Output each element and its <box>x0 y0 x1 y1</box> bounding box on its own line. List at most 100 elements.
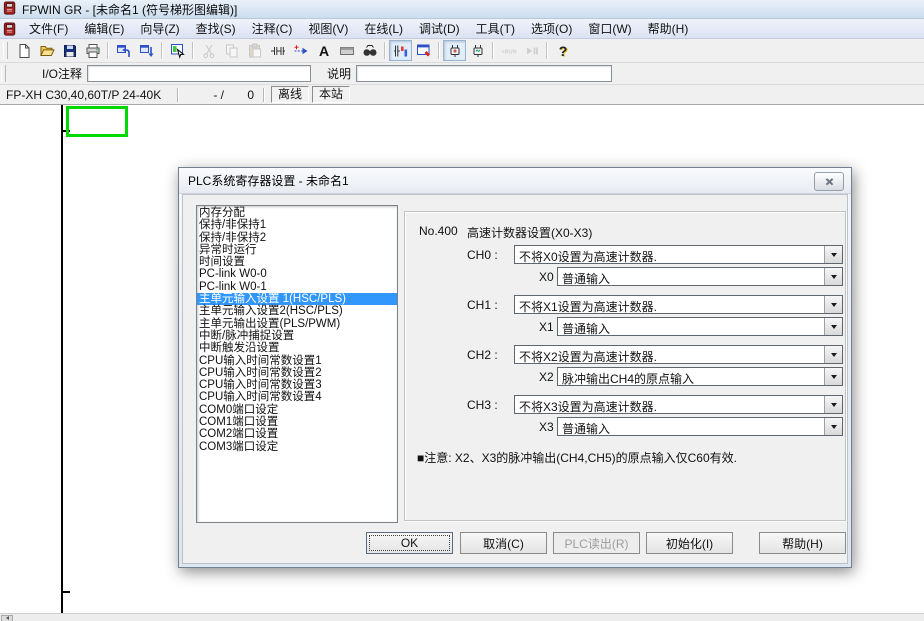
app-icon <box>3 1 17 18</box>
settings-category-list[interactable]: 内存分配保持/非保持1保持/非保持2异常时运行时间设置PC-link W0-0P… <box>196 205 398 523</box>
menu-view[interactable]: 视图(V) <box>300 18 356 39</box>
dialog-title-bar[interactable]: PLC系统寄存器设置 - 未命名1 <box>179 168 851 194</box>
cancel-button[interactable]: 取消(C) <box>460 532 547 554</box>
dropdown-button[interactable] <box>824 418 842 435</box>
list-item[interactable]: PC-link W0-1 <box>197 281 397 293</box>
document-icon[interactable] <box>3 22 17 36</box>
list-item[interactable]: CPU输入时间常数设置4 <box>197 391 397 403</box>
menu-comment[interactable]: 注释(C) <box>244 18 301 39</box>
paste-button[interactable] <box>243 40 266 61</box>
comment-block-icon <box>339 43 355 59</box>
list-item[interactable]: 主单元输入设置 1(HSC/PLS) <box>197 293 397 305</box>
list-item[interactable]: 中断触发沿设置 <box>197 342 397 354</box>
dropdown-button[interactable] <box>824 268 842 285</box>
help-button[interactable]: 帮助(H) <box>759 532 846 554</box>
dropdown-button[interactable] <box>824 346 842 363</box>
list-item[interactable]: CPU输入时间常数设置3 <box>197 379 397 391</box>
upload-icon <box>116 43 132 59</box>
dialog-close-button[interactable] <box>814 172 844 191</box>
hsc-settings-group: No.400 高速计数器设置(X0-X3) CH0 :不将X0设置为高速计数器.… <box>404 211 846 521</box>
dropdown-button[interactable] <box>824 296 842 313</box>
menu-wizard[interactable]: 向导(Z) <box>132 18 187 39</box>
list-item[interactable]: 时间设置 <box>197 256 397 268</box>
menu-edit[interactable]: 编辑(E) <box>76 18 132 39</box>
title-bar: FPWIN GR - [未命名1 (符号梯形图编辑)] <box>0 0 924 19</box>
list-item[interactable]: CPU输入时间常数设置1 <box>197 355 397 367</box>
chevron-down-icon <box>831 353 837 360</box>
x3-input-select[interactable]: 普通输入 <box>557 417 843 436</box>
monitor-select-icon <box>170 43 186 59</box>
list-item[interactable]: CPU输入时间常数设置2 <box>197 367 397 379</box>
step-run-button[interactable] <box>520 40 543 61</box>
toolbar-grip[interactable] <box>3 42 8 59</box>
insert-line-button[interactable] <box>289 40 312 61</box>
dropdown-button[interactable] <box>824 318 842 335</box>
comment-bar-grip[interactable] <box>1 65 6 82</box>
plc-read-button: PLC读出(R) <box>553 532 640 554</box>
upload-from-plc-button[interactable] <box>112 40 135 61</box>
menu-file[interactable]: 文件(F) <box>21 18 76 39</box>
dropdown-button[interactable] <box>824 246 842 263</box>
print-button[interactable] <box>81 40 104 61</box>
menu-window[interactable]: 窗口(W) <box>580 18 639 39</box>
list-item[interactable]: PC-link W0-0 <box>197 268 397 280</box>
download-to-plc-button[interactable] <box>135 40 158 61</box>
horizontal-scrollbar[interactable] <box>0 613 924 621</box>
ch3-label: CH3 : <box>467 398 498 412</box>
menu-tools[interactable]: 工具(T) <box>468 18 523 39</box>
list-item[interactable]: 主单元输出设置(PLS/PWM) <box>197 318 397 330</box>
device-monitor-button[interactable] <box>412 40 435 61</box>
new-file-icon <box>16 43 32 59</box>
menu-find[interactable]: 查找(S) <box>188 18 244 39</box>
list-item[interactable]: 保持/非保持1 <box>197 219 397 231</box>
list-item[interactable]: 异常时运行 <box>197 244 397 256</box>
scissors-icon <box>201 43 217 59</box>
cut-button[interactable] <box>197 40 220 61</box>
list-item[interactable]: 中断/脉冲捕捉设置 <box>197 330 397 342</box>
ch2-mode-select[interactable]: 不将X2设置为高速计数器. <box>514 345 843 364</box>
comment-block-button[interactable] <box>335 40 358 61</box>
init-button[interactable]: 初始化(I) <box>646 532 733 554</box>
panel-note: ■注意: X2、X3的脉冲输出(CH4,CH5)的原点输入仅C60有效. <box>417 449 737 466</box>
x2-input-select[interactable]: 脉冲输出CH4的原点输入 <box>557 367 843 386</box>
new-file-button[interactable] <box>12 40 35 61</box>
ch0-mode-select[interactable]: 不将X0设置为高速计数器. <box>514 245 843 264</box>
list-item[interactable]: 主单元输入设置2(HSC/PLS) <box>197 305 397 317</box>
ok-button[interactable]: OK <box>366 532 453 554</box>
ladder-monitor-button[interactable] <box>389 40 412 61</box>
list-item[interactable]: COM1端口设置 <box>197 416 397 428</box>
list-item[interactable]: 保持/非保持2 <box>197 232 397 244</box>
ch1-mode-select[interactable]: 不将X1设置为高速计数器. <box>514 295 843 314</box>
list-item[interactable]: COM0端口设定 <box>197 404 397 416</box>
list-item[interactable]: COM2端口设置 <box>197 428 397 440</box>
offline-mode-button[interactable] <box>443 40 466 61</box>
dropdown-button[interactable] <box>824 396 842 413</box>
ch3-mode-select[interactable]: 不将X3设置为高速计数器. <box>514 395 843 414</box>
x2-input-value: 脉冲输出CH4的原点输入 <box>558 368 824 385</box>
menu-online[interactable]: 在线(L) <box>356 18 411 39</box>
x0-input-value: 普通输入 <box>558 268 824 285</box>
menu-options[interactable]: 选项(O) <box>523 18 580 39</box>
find-search-button[interactable] <box>358 40 381 61</box>
x3-input-value: 普通输入 <box>558 418 824 435</box>
monitor-select-button[interactable] <box>166 40 189 61</box>
x1-input-select[interactable]: 普通输入 <box>557 317 843 336</box>
list-item[interactable]: COM3端口设定 <box>197 441 397 453</box>
step-count-label: 0 <box>224 88 254 102</box>
text-entry-button[interactable]: A <box>312 40 335 61</box>
dropdown-button[interactable] <box>824 368 842 385</box>
open-file-button[interactable] <box>35 40 58 61</box>
online-mode-button[interactable] <box>466 40 489 61</box>
copy-button[interactable] <box>220 40 243 61</box>
description-input[interactable] <box>356 65 612 82</box>
io-comment-input[interactable] <box>87 65 311 82</box>
x0-input-select[interactable]: 普通输入 <box>557 267 843 286</box>
context-help-button[interactable]: ?? <box>551 40 574 61</box>
contact-symbols-button[interactable] <box>266 40 289 61</box>
menu-debug[interactable]: 调试(D) <box>411 18 468 39</box>
plc-run-button[interactable]: +RUN <box>497 40 520 61</box>
scroll-left-button[interactable] <box>1 615 13 621</box>
menu-help[interactable]: 帮助(H) <box>640 18 697 39</box>
list-item[interactable]: 内存分配 <box>197 207 397 219</box>
save-button[interactable] <box>58 40 81 61</box>
